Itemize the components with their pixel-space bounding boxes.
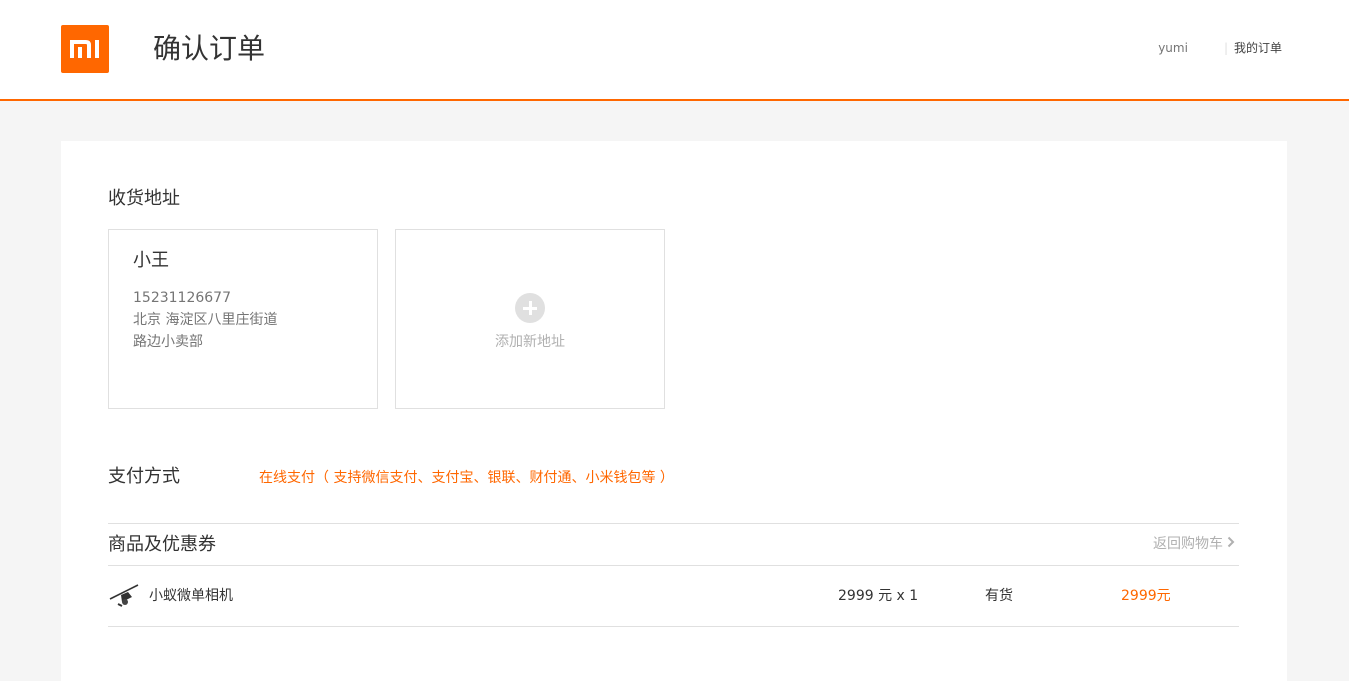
payment-method-value: 在线支付（ 支持微信支付、支付宝、银联、财付通、小米钱包等 ） [259, 470, 674, 486]
payment-section-title: 支付方式 [108, 466, 180, 487]
checkout-panel: 收货地址 小王 15231126677 北京 海淀区八里庄街道 路边小卖部 添加… [61, 141, 1287, 681]
item-name[interactable]: 小蚁微单相机 [149, 585, 233, 607]
my-orders-link[interactable]: 我的订单 [1234, 40, 1282, 56]
divider [108, 626, 1239, 627]
add-address-label: 添加新地址 [495, 334, 565, 350]
add-address-card[interactable]: 添加新地址 [395, 229, 665, 409]
mi-logo-icon[interactable] [61, 25, 109, 73]
address-line-1: 北京 海淀区八里庄街道 [133, 312, 278, 328]
items-section-title: 商品及优惠券 [108, 534, 216, 555]
address-section-title: 收货地址 [108, 188, 180, 209]
divider: | [1223, 41, 1228, 55]
plus-icon [515, 293, 545, 323]
address-name: 小王 [133, 250, 169, 271]
page-title: 确认订单 [153, 32, 266, 65]
address-line-2: 路边小卖部 [133, 334, 203, 350]
item-total: 2999元 [1121, 588, 1171, 604]
address-phone: 15231126677 [133, 290, 231, 306]
site-header: 确认订单 yumi | 我的订单 [0, 0, 1349, 101]
item-stock-status: 有货 [985, 588, 1013, 604]
camera-thumbnail-icon [108, 583, 140, 609]
item-price-qty: 2999 元 x 1 [838, 588, 919, 604]
back-to-cart-label: 返回购物车 [1153, 536, 1223, 552]
divider [108, 523, 1239, 524]
top-links: yumi | 我的订单 [1158, 40, 1282, 56]
address-card[interactable]: 小王 15231126677 北京 海淀区八里庄街道 路边小卖部 [108, 229, 378, 409]
divider [108, 565, 1239, 566]
user-link[interactable]: yumi [1158, 40, 1188, 56]
chevron-right-icon [1227, 533, 1235, 555]
back-to-cart-link[interactable]: 返回购物车 [1153, 533, 1235, 555]
